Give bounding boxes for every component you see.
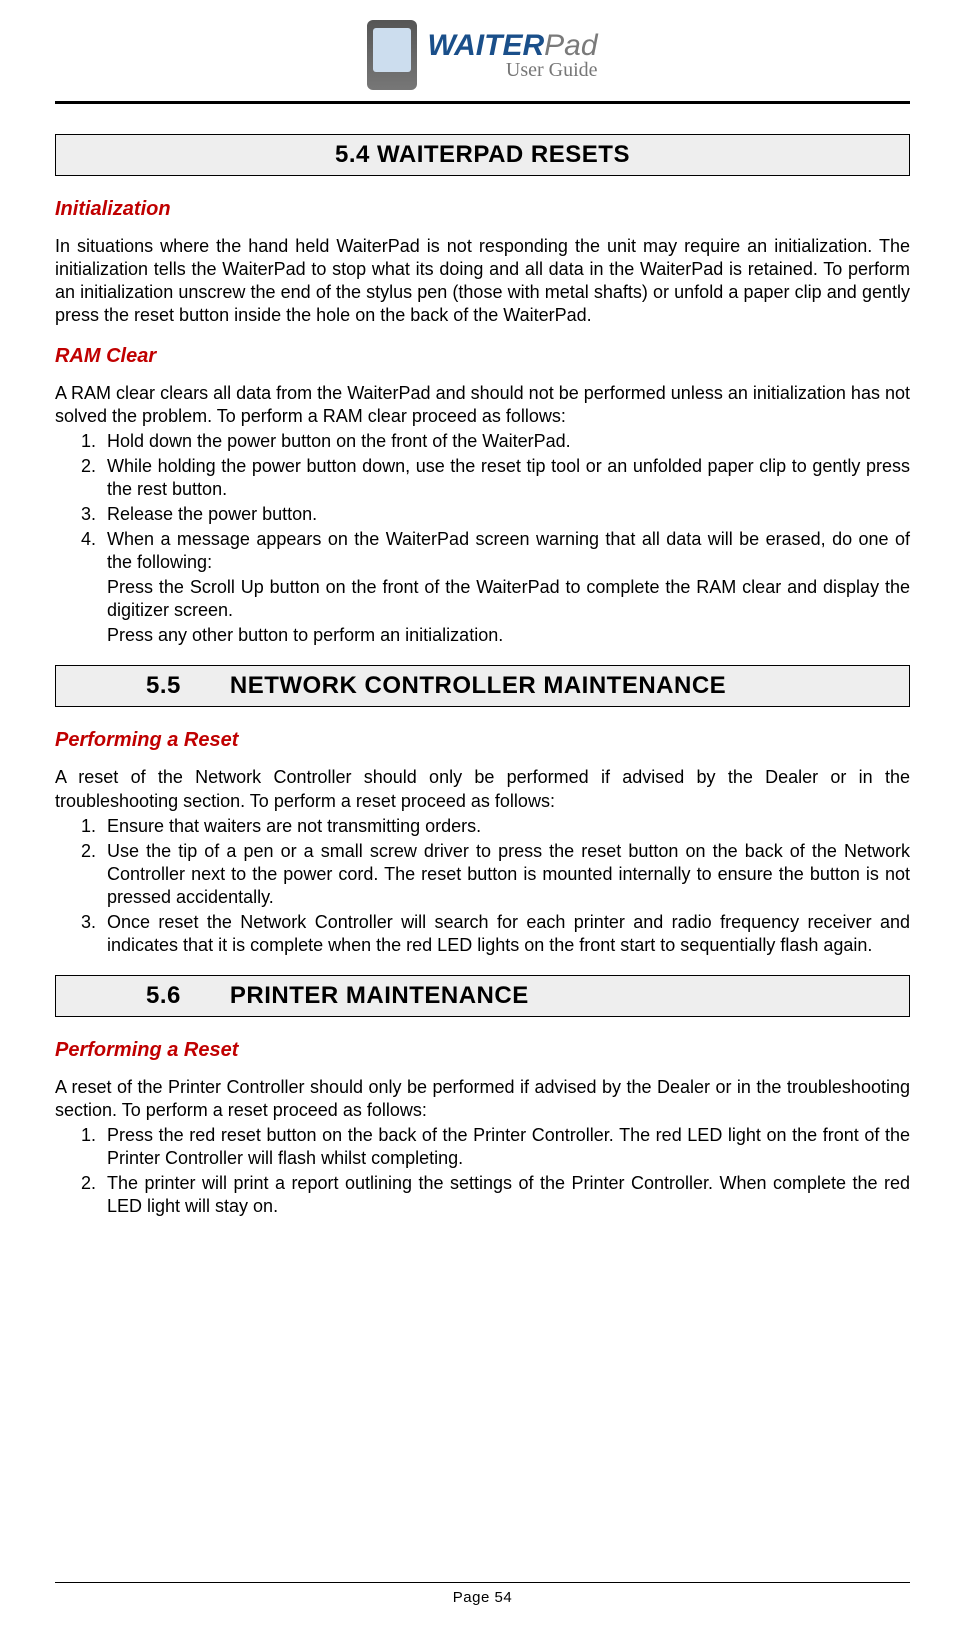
device-icon — [367, 20, 417, 90]
list-item: Press the red reset button on the back o… — [101, 1124, 910, 1170]
page-footer: Page 54 — [55, 1582, 910, 1606]
ram-clear-list: Hold down the power button on the front … — [55, 430, 910, 647]
logo-title-pad: Pad — [544, 29, 597, 62]
footer-rule — [55, 1582, 910, 1583]
initialization-heading: Initialization — [55, 198, 910, 221]
list-item: Once reset the Network Controller will s… — [101, 911, 910, 957]
reset-55-intro: A reset of the Network Controller should… — [55, 766, 910, 812]
list-item: Hold down the power button on the front … — [101, 430, 910, 453]
reset-56-intro: A reset of the Printer Controller should… — [55, 1076, 910, 1122]
reset-55-list: Ensure that waiters are not transmitting… — [55, 815, 910, 957]
ram-clear-intro: A RAM clear clears all data from the Wai… — [55, 382, 910, 428]
section-5-4-heading: 5.4 WAITERPAD RESETS — [55, 134, 910, 176]
performing-reset-heading-56: Performing a Reset — [55, 1039, 910, 1062]
list-item: Release the power button. — [101, 503, 910, 526]
initialization-para: In situations where the hand held Waiter… — [55, 235, 910, 327]
reset-56-list: Press the red reset button on the back o… — [55, 1124, 910, 1218]
page-number: Page 54 — [55, 1589, 910, 1606]
document-page: WAITERPad User Guide 5.4 WAITERPAD RESET… — [0, 0, 965, 1628]
list-item-line: When a message appears on the WaiterPad … — [107, 528, 910, 574]
section-5-5-heading: 5.5 NETWORK CONTROLLER MAINTENANCE — [55, 665, 910, 707]
list-item-line: Press the Scroll Up button on the front … — [107, 576, 910, 622]
list-item: Ensure that waiters are not transmitting… — [101, 815, 910, 838]
header-rule — [55, 101, 910, 104]
logo-title-main: WAITER — [427, 29, 544, 62]
list-item: When a message appears on the WaiterPad … — [101, 528, 910, 647]
logo-title: WAITERPad — [427, 29, 597, 63]
list-item: While holding the power button down, use… — [101, 455, 910, 501]
logo-block: WAITERPad User Guide — [367, 20, 597, 90]
list-item: Use the tip of a pen or a small screw dr… — [101, 840, 910, 909]
page-header: WAITERPad User Guide — [55, 20, 910, 95]
performing-reset-heading-55: Performing a Reset — [55, 729, 910, 752]
list-item-line: Press any other button to perform an ini… — [107, 624, 910, 647]
ram-clear-heading: RAM Clear — [55, 345, 910, 368]
logo-text: WAITERPad User Guide — [427, 29, 597, 82]
list-item: The printer will print a report outlinin… — [101, 1172, 910, 1218]
section-5-6-heading: 5.6 PRINTER MAINTENANCE — [55, 975, 910, 1017]
